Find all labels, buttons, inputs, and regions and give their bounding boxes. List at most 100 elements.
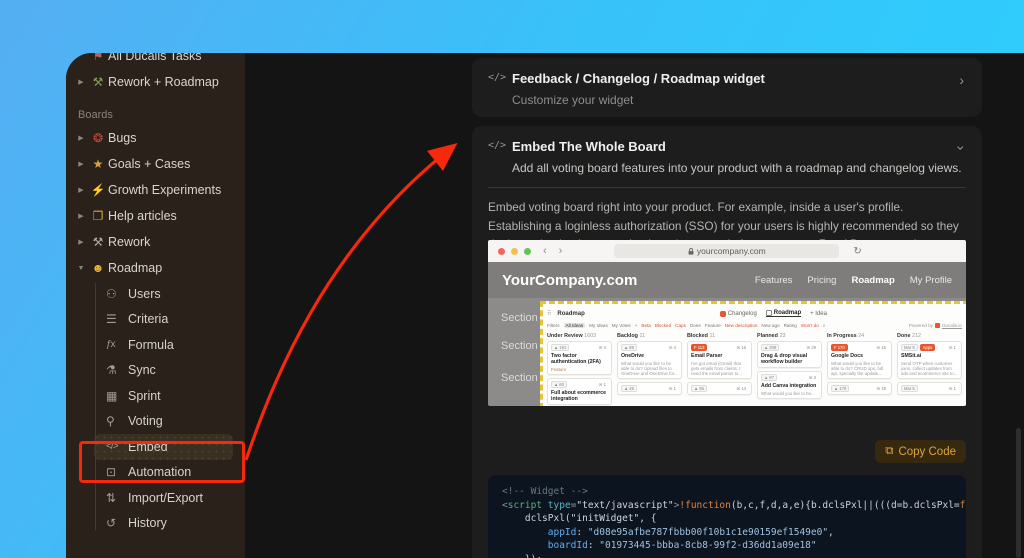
sidebar-item-automation[interactable]: ⊡Automation — [94, 460, 237, 486]
idea-card[interactable]: F 113✉ 16Email ParserI've got email (Gma… — [687, 341, 752, 379]
filter-my-ideas[interactable]: My Ideas — [589, 323, 608, 328]
widget-tab-idea[interactable]: + Idea — [810, 311, 827, 317]
site-nav-my-profile[interactable]: My Profile — [910, 275, 952, 286]
toolbox-icon: ⚒ — [88, 75, 108, 89]
expand-arrow-icon[interactable]: ▶ — [74, 186, 88, 194]
expand-arrow-icon[interactable]: ▶ — [74, 212, 88, 220]
card-meta: F 113✉ 16 — [691, 344, 748, 351]
widget-tab-roadmap[interactable]: Roadmap — [766, 310, 801, 317]
filter-caps[interactable]: Caps — [675, 323, 686, 328]
filter-won-t-do[interactable]: Won't do — [801, 323, 819, 328]
idea-card[interactable]: ▲ 170✉ 19 — [827, 382, 892, 395]
site-nav-features[interactable]: Features — [755, 275, 793, 286]
filter-new-ago[interactable]: New ago — [761, 323, 779, 328]
browser-chrome: ‹ › yourcompany.com ↻ — [488, 240, 966, 262]
filter-[interactable]: + — [635, 323, 638, 328]
idea-card[interactable]: ▲ 308✉ 29Drag & drop visual workflow bui… — [757, 341, 822, 368]
idea-card[interactable]: ▲ 60✉ 1Full about ecommerce integration — [547, 378, 612, 405]
expand-arrow-icon[interactable]: ▶ — [74, 78, 88, 86]
sidebar-item-embed[interactable]: </>Embed — [94, 434, 233, 460]
sidebar-item-label: Growth Experiments — [108, 183, 221, 197]
card-text: What would you like to be able to do? CR… — [831, 361, 888, 377]
minimize-traffic-light — [511, 248, 518, 255]
column-header: In Progress 24 — [827, 333, 892, 339]
card-meta: ▲ 191✉ 4 — [551, 344, 608, 351]
sidebar-item-sync[interactable]: ⚗Sync — [94, 358, 237, 384]
bug-icon: ❂ — [88, 131, 108, 145]
reload-icon: ↻ — [853, 246, 861, 257]
sidebar-item-voting[interactable]: ⚲Voting — [94, 409, 237, 435]
sidebar-item-growth-experiments[interactable]: ▶⚡Growth Experiments — [74, 177, 237, 203]
widget-base-code-block[interactable]: <!-- Widget --><script type="text/javasc… — [488, 475, 966, 558]
filter-my-votes[interactable]: My Votes — [612, 323, 631, 328]
card-chip: ▲ 60 — [551, 381, 567, 388]
sidebar-item-import-export[interactable]: ⇅Import/Export — [94, 485, 237, 511]
filter-rating[interactable]: Rating — [784, 323, 797, 328]
card-chip: ✉ 14 — [735, 386, 748, 391]
card-chip: ✉ 4 — [597, 345, 608, 350]
sidebar-item-history[interactable]: ↺History — [94, 511, 237, 537]
filter-filters[interactable]: Filters — [547, 323, 560, 328]
sidebar-item-formula[interactable]: ƒxFormula — [94, 332, 237, 358]
sidebar-item-sprint[interactable]: ▦Sprint — [94, 383, 237, 409]
sidebar-item-all-ducalis-tasks[interactable]: ⚑All Ducalis Tasks — [74, 53, 237, 69]
card-meta: F 170✉ 16 — [831, 344, 888, 351]
powered-by-label[interactable]: Powered by Ducalis.io — [909, 323, 962, 328]
expand-arrow-icon[interactable]: ▼ — [74, 265, 88, 272]
card-meta: ▲ 60✉ 1 — [551, 381, 608, 388]
widget-settings-row[interactable]: </> Feedback / Changelog / Roadmap widge… — [472, 58, 982, 117]
card-chip: ✉ 3 — [807, 375, 818, 380]
card-meta: ▲ 170✉ 19 — [831, 385, 888, 392]
copy-code-button[interactable]: ⧉ Copy Code — [875, 440, 966, 463]
filter-feature[interactable]: Feature — [705, 323, 721, 328]
sidebar-item-label: Import/Export — [128, 491, 203, 505]
idea-card[interactable]: ▲ 46✉ 1 — [617, 382, 682, 395]
idea-card[interactable]: ▲ 87✉ 3Add Canva integrationWhat would y… — [757, 371, 822, 399]
card-meta: ▲ 87✉ 3 — [761, 374, 818, 381]
site-nav-roadmap[interactable]: Roadmap — [851, 275, 894, 286]
chevron-down-icon[interactable]: › — [954, 146, 970, 151]
sidebar-item-label: All Ducalis Tasks — [108, 53, 202, 63]
filter-blocked[interactable]: Blocked — [655, 323, 671, 328]
card-meta: ▲ 95✉ 14 — [691, 385, 748, 392]
filter-new-description[interactable]: New description — [725, 323, 758, 328]
sidebar-item-bugs[interactable]: ▶❂Bugs — [74, 125, 237, 151]
idea-card[interactable]: Mar 5✉ 1 — [897, 382, 962, 395]
code-icon: </> — [488, 139, 512, 151]
idea-card[interactable]: Mar 9Apps✉ 1SMSit.aiSend OTP when custom… — [897, 341, 962, 379]
lock-icon — [688, 248, 694, 255]
sidebar-item-criteria[interactable]: ☰Criteria — [94, 307, 237, 333]
changelog-icon — [720, 311, 726, 317]
idea-card[interactable]: ▲ 89✉ 4OneDriveWhat would you like to be… — [617, 341, 682, 379]
filter-beta[interactable]: Beta — [641, 323, 650, 328]
card-meta: ▲ 308✉ 29 — [761, 344, 818, 351]
filter-all-ideas[interactable]: All Ideas — [564, 323, 586, 328]
sidebar-item-goals-cases[interactable]: ▶★Goals + Cases — [74, 151, 237, 177]
divider — [488, 187, 966, 188]
kanban-column-backlog: Backlog 11▲ 89✉ 4OneDriveWhat would you … — [617, 333, 682, 406]
idea-card[interactable]: ▲ 191✉ 4Two factor authentication (2FA)F… — [547, 341, 612, 375]
sidebar-item-help-articles[interactable]: ▶❐Help articles — [74, 203, 237, 229]
idea-card[interactable]: ▲ 95✉ 14 — [687, 382, 752, 395]
filter-done[interactable]: Done — [690, 323, 701, 328]
sidebar-item-roadmap[interactable]: ▼☻Roadmap — [74, 255, 237, 281]
back-icon: ‹ — [543, 245, 547, 257]
expand-arrow-icon[interactable]: ▶ — [74, 238, 88, 246]
maximize-traffic-light — [524, 248, 531, 255]
expand-arrow-icon[interactable]: ▶ — [74, 134, 88, 142]
card-chip: ✉ 1 — [947, 386, 958, 391]
site-nav-pricing[interactable]: Pricing — [807, 275, 836, 286]
sidebar-item-rework[interactable]: ▶⚒Rework — [74, 229, 237, 255]
scrollbar-thumb[interactable] — [1016, 428, 1021, 558]
column-header: Blocked 11 — [687, 333, 752, 339]
filter-[interactable]: ⌕ — [823, 323, 826, 328]
sidebar-section-label: Boards — [78, 109, 237, 121]
code-line: dclsPxl("initWidget", { — [502, 512, 966, 526]
widget-tab-changelog[interactable]: Changelog — [720, 311, 757, 317]
expand-arrow-icon[interactable]: ▶ — [74, 160, 88, 168]
sidebar-item-users[interactable]: ⚇Users — [94, 281, 237, 307]
idea-card[interactable]: F 170✉ 16Google DocsWhat would you like … — [827, 341, 892, 379]
sidebar-item-rework-roadmap[interactable]: ▶⚒Rework + Roadmap — [74, 69, 237, 95]
roadmap-icon — [766, 310, 772, 316]
chevron-right-icon[interactable]: › — [959, 72, 964, 88]
